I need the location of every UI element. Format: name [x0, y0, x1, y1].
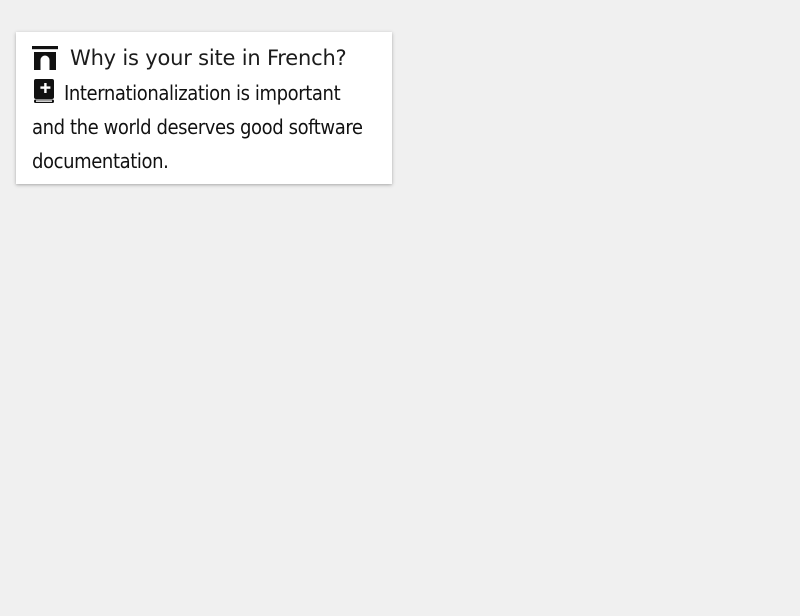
faq-answer: Internationalization is important and th… — [32, 76, 376, 178]
faq-question-row: Why is your site in French? — [32, 43, 376, 73]
faq-card: Why is your site in French? Internationa… — [16, 32, 392, 184]
book-icon — [32, 78, 56, 104]
arch-icon — [32, 45, 58, 71]
faq-answer-text: Internationalization is important and th… — [32, 81, 363, 173]
faq-question: Why is your site in French? — [70, 46, 347, 70]
